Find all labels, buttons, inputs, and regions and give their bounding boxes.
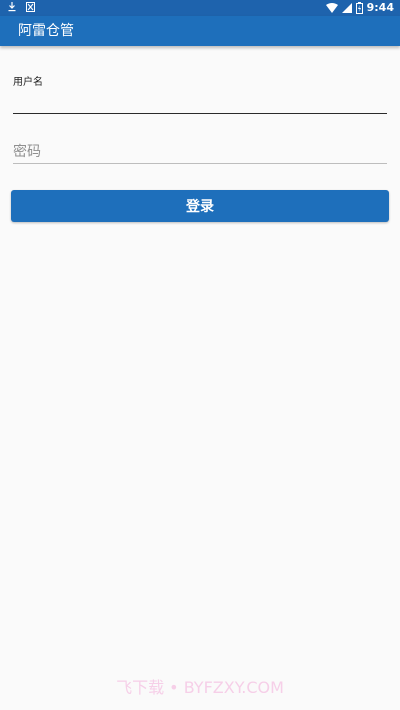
username-underline [13,113,387,114]
battery-icon [355,2,363,14]
password-input[interactable] [13,142,387,162]
status-bar-left-icons [8,2,35,12]
app-bar: 阿雷仓管 [0,16,400,46]
username-input[interactable] [13,92,387,112]
app-title: 阿雷仓管 [18,23,74,39]
status-bar: 9:44 [0,0,400,16]
status-time: 9:44 [366,1,394,14]
wifi-icon [325,3,338,13]
login-button[interactable]: 登录 [11,190,389,222]
signal-icon [341,3,352,13]
password-underline [13,163,387,164]
status-bar-right-icons: 9:44 [325,1,394,15]
username-label: 用户名 [13,77,43,88]
username-field[interactable]: 用户名 [13,72,387,114]
download-icon [8,2,16,12]
notification-icon [26,2,35,12]
password-field[interactable] [13,140,387,164]
watermark: 飞下载 • BYFZXY.COM [116,678,284,697]
